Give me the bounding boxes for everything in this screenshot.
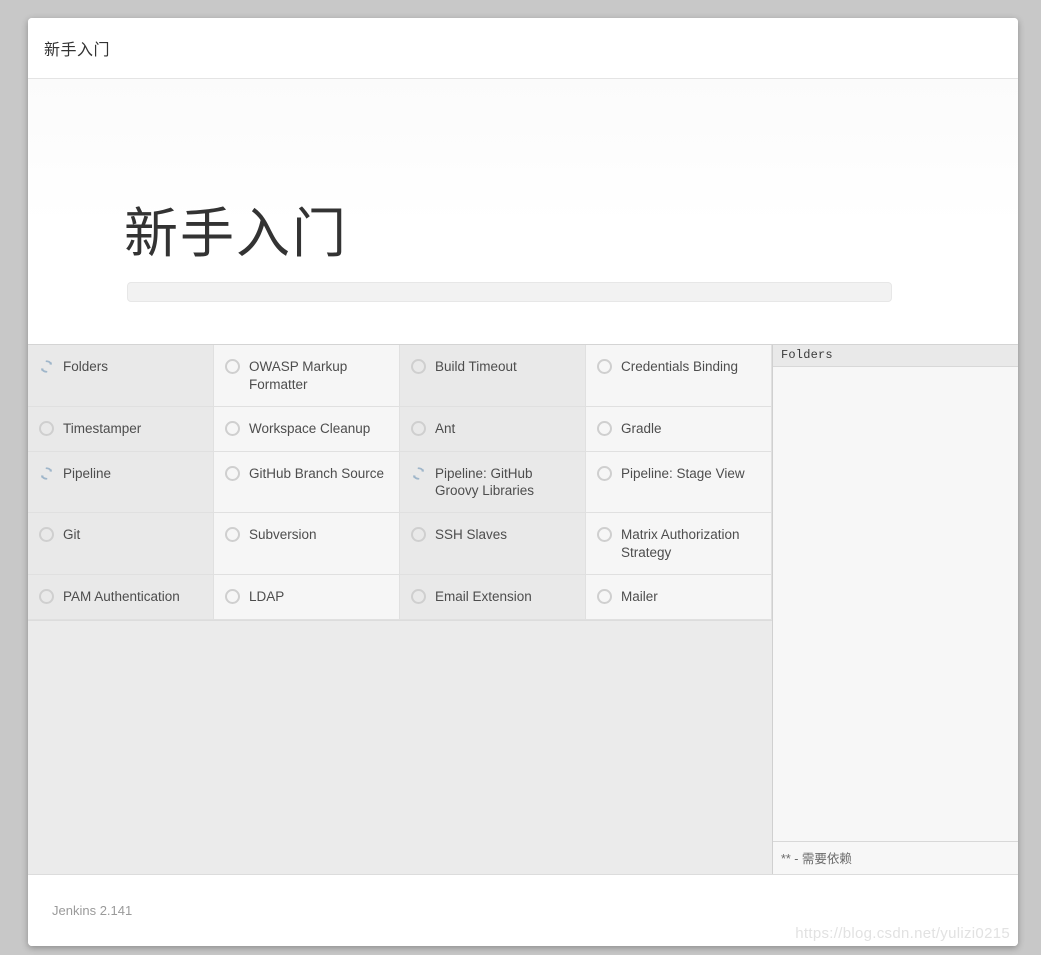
- card-footer: Jenkins 2.141 https://blog.csdn.net/yuli…: [28, 874, 1018, 946]
- empty-circle-icon: [39, 527, 54, 543]
- watermark-text: https://blog.csdn.net/yulizi0215: [795, 925, 1010, 942]
- plugin-item[interactable]: Build Timeout: [400, 345, 586, 407]
- plugin-item[interactable]: Ant: [400, 406, 586, 452]
- plugin-item[interactable]: Gradle: [586, 406, 772, 452]
- plugin-name: Subversion: [249, 527, 317, 543]
- plugin-item[interactable]: Pipeline: [28, 451, 214, 514]
- plugin-name: Pipeline: [63, 465, 112, 481]
- hero-section: 新手入门: [28, 79, 1018, 344]
- empty-circle-icon: [597, 359, 612, 374]
- empty-circle-icon: [225, 420, 240, 436]
- jenkins-version: Jenkins 2.141: [52, 903, 133, 918]
- empty-circle-icon: [411, 588, 426, 604]
- empty-circle-icon: [597, 527, 612, 543]
- console-header: Folders: [773, 345, 1018, 367]
- plugin-item[interactable]: PAM Authentication: [28, 574, 214, 620]
- console-log: [773, 367, 1018, 841]
- plugin-name: PAM Authentication: [63, 588, 180, 604]
- empty-circle-icon: [225, 527, 240, 543]
- plugin-item[interactable]: Workspace Cleanup: [214, 406, 400, 452]
- plugin-item[interactable]: Credentials Binding: [586, 345, 772, 407]
- plugin-name: Build Timeout: [435, 359, 517, 374]
- refresh-spinner-icon: [411, 466, 426, 481]
- install-progress-bar: [127, 282, 892, 302]
- plugin-item[interactable]: Timestamper: [28, 406, 214, 452]
- plugin-item[interactable]: GitHub Branch Source: [214, 451, 400, 514]
- plugin-item[interactable]: Pipeline: GitHub Groovy Libraries: [400, 451, 586, 514]
- empty-circle-icon: [597, 420, 612, 436]
- plugin-item[interactable]: Mailer: [586, 574, 772, 620]
- plugin-name: GitHub Branch Source: [249, 465, 385, 481]
- getting-started-card: 新手入门 新手入门 Folders OWASP Markup Formatter B…: [28, 18, 1018, 946]
- plugin-name: Matrix Authorization Strategy: [621, 527, 740, 561]
- card-header: 新手入门: [28, 18, 1018, 79]
- empty-circle-icon: [411, 527, 426, 543]
- plugin-name: LDAP: [249, 588, 285, 604]
- console-pane: Folders ** - 需要依赖: [772, 345, 1018, 874]
- refresh-spinner-icon: [39, 466, 54, 481]
- plugin-name: Gradle: [621, 420, 662, 436]
- plugin-item[interactable]: Folders: [28, 345, 214, 407]
- plugin-name: Git: [63, 527, 81, 543]
- plugin-name: Pipeline: Stage View: [621, 465, 745, 481]
- empty-circle-icon: [411, 359, 426, 374]
- plugin-item[interactable]: LDAP: [214, 574, 400, 620]
- empty-circle-icon: [39, 588, 54, 604]
- plugin-name: Workspace Cleanup: [249, 420, 371, 436]
- plugin-name: Folders: [63, 359, 109, 374]
- dependency-note: ** - 需要依赖: [773, 841, 1018, 874]
- plugin-grid: Folders OWASP Markup Formatter Build Timeo…: [28, 345, 772, 621]
- empty-circle-icon: [225, 465, 240, 481]
- empty-circle-icon: [225, 588, 240, 604]
- plugin-item[interactable]: Email Extension: [400, 574, 586, 620]
- plugin-item[interactable]: Matrix Authorization Strategy: [586, 513, 772, 575]
- plugin-name: Pipeline: GitHub Groovy Libraries: [435, 465, 535, 499]
- empty-circle-icon: [411, 420, 426, 436]
- empty-circle-icon: [39, 420, 54, 436]
- plugin-item[interactable]: Pipeline: Stage View: [586, 451, 772, 514]
- refresh-spinner-icon: [39, 359, 54, 374]
- plugin-list-pane: Folders OWASP Markup Formatter Build Timeo…: [28, 345, 772, 874]
- plugin-name: Timestamper: [63, 420, 142, 436]
- hero-title: 新手入门: [124, 204, 348, 264]
- plugin-item[interactable]: Subversion: [214, 513, 400, 575]
- plugin-item[interactable]: OWASP Markup Formatter: [214, 345, 400, 407]
- plugin-name: Ant: [435, 420, 456, 436]
- install-region: Folders OWASP Markup Formatter Build Timeo…: [28, 344, 1018, 874]
- plugin-name: Mailer: [621, 588, 658, 604]
- empty-circle-icon: [597, 588, 612, 604]
- empty-circle-icon: [225, 359, 240, 374]
- page-title: 新手入门: [44, 42, 111, 59]
- plugin-item[interactable]: Git: [28, 513, 214, 575]
- plugin-name: Credentials Binding: [621, 359, 739, 374]
- empty-circle-icon: [597, 465, 612, 481]
- plugin-name: Email Extension: [435, 588, 532, 604]
- plugin-name: OWASP Markup Formatter: [249, 359, 348, 392]
- plugin-item[interactable]: SSH Slaves: [400, 513, 586, 575]
- plugin-name: SSH Slaves: [435, 527, 508, 543]
